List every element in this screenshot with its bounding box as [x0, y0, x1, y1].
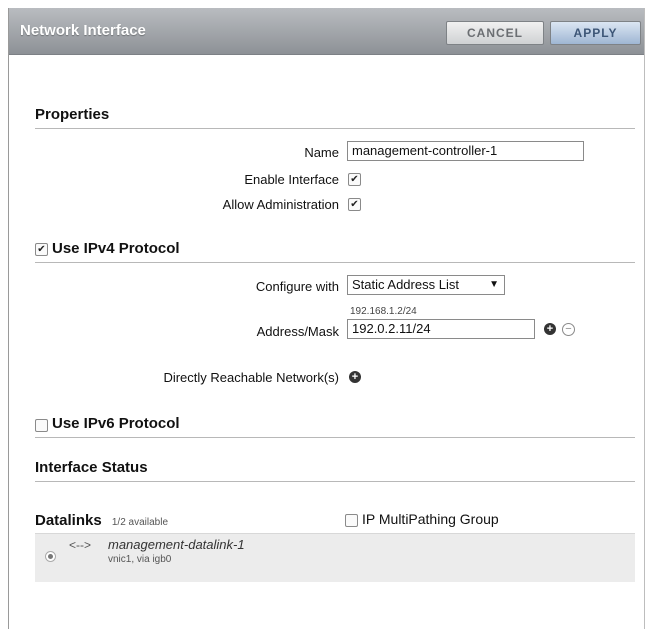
configure-with-value: Static Address List — [352, 277, 459, 292]
network-interface-dialog: Network Interface CANCEL APPLY Propertie… — [8, 8, 645, 629]
ipv4-divider — [35, 262, 635, 263]
datalinks-heading: Datalinks 1/2 available — [35, 512, 168, 529]
name-field[interactable]: management-controller-1 — [347, 141, 584, 161]
ipmp-checkbox[interactable] — [345, 514, 358, 528]
interface-status-divider — [35, 481, 635, 482]
ipv6-divider — [35, 437, 635, 438]
title-bar: Network Interface CANCEL APPLY — [9, 8, 644, 55]
enable-interface-checkbox[interactable]: ✔ — [348, 173, 361, 187]
address-mask-label: Address/Mask — [256, 324, 339, 339]
ipv6-checkbox[interactable] — [35, 419, 48, 433]
allow-administration-label: Allow Administration — [222, 197, 339, 212]
datalinks-title: Datalinks — [35, 512, 102, 529]
datalink-list: <--> management-datalink-1 vnic1, via ig… — [35, 533, 635, 582]
configure-with-label: Configure with — [255, 279, 339, 294]
apply-button[interactable]: APPLY — [550, 21, 641, 45]
enable-interface-label: Enable Interface — [244, 172, 339, 187]
address-hint: 192.168.1.2/24 — [350, 306, 417, 317]
address-mask-field[interactable]: 192.0.2.11/24 — [347, 319, 535, 339]
directly-reachable-label: Directly Reachable Network(s) — [163, 370, 339, 385]
datalink-radio[interactable] — [45, 551, 56, 562]
add-reachable-network-icon[interactable]: + — [349, 371, 361, 383]
ipv4-heading: Use IPv4 Protocol — [52, 240, 180, 257]
properties-heading: Properties — [35, 106, 110, 123]
add-address-icon[interactable]: + — [544, 323, 556, 335]
configure-with-select[interactable]: Static Address List ▼ — [347, 275, 505, 295]
chevron-down-icon: ▼ — [489, 279, 499, 290]
ipv6-heading: Use IPv6 Protocol — [52, 415, 180, 432]
bidirectional-arrow-icon: <--> — [69, 538, 92, 552]
interface-status-heading: Interface Status — [35, 459, 148, 476]
name-label: Name — [304, 145, 339, 160]
dialog-title: Network Interface — [20, 22, 146, 39]
allow-administration-checkbox[interactable]: ✔ — [348, 198, 361, 212]
remove-address-icon[interactable]: − — [562, 323, 575, 336]
cancel-button[interactable]: CANCEL — [446, 21, 544, 45]
datalink-name[interactable]: management-datalink-1 — [108, 537, 245, 552]
properties-divider — [35, 128, 635, 129]
datalink-detail: vnic1, via igb0 — [108, 554, 172, 565]
ipmp-label: IP MultiPathing Group — [362, 511, 499, 527]
ipv4-checkbox[interactable]: ✔ — [35, 243, 48, 257]
datalinks-available: 1/2 available — [111, 517, 169, 528]
